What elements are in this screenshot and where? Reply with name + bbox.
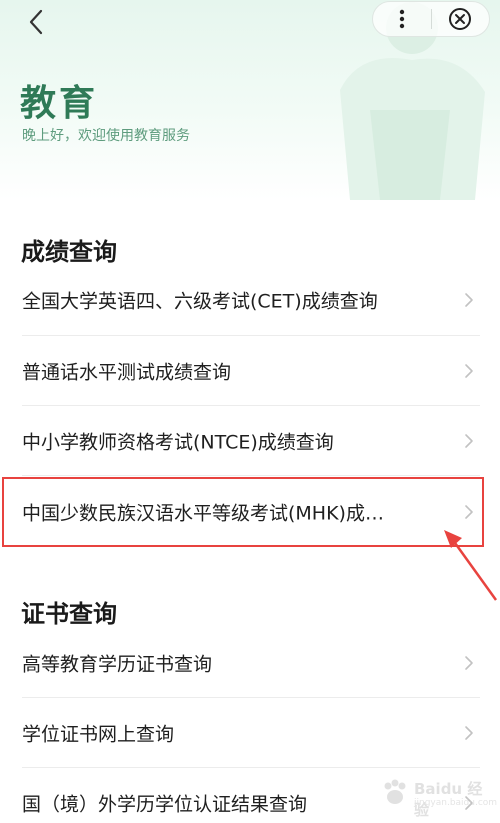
list-item-degree-query[interactable]: 学位证书网上查询 [0, 698, 500, 768]
list-item-diploma-query[interactable]: 高等教育学历证书查询 [0, 628, 500, 698]
more-vertical-icon [399, 9, 404, 29]
list-item-label: 高等教育学历证书查询 [22, 653, 213, 676]
mini-program-capsule [372, 1, 490, 37]
list-item-ntce-score[interactable]: 中小学教师资格考试(NTCE)成绩查询 [0, 406, 500, 476]
greeting-text: 晚上好，欢迎使用教育服务 [22, 128, 190, 144]
chevron-right-icon [465, 656, 473, 670]
list-item-label: 普通话水平测试成绩查询 [22, 361, 232, 384]
chevron-right-icon [465, 434, 473, 448]
more-button[interactable] [373, 2, 431, 36]
chevron-left-icon [29, 9, 43, 35]
watermark-url: jingyan.baidu.com [414, 798, 498, 808]
page-title: 教育 [20, 83, 99, 124]
close-button[interactable] [431, 2, 489, 36]
annotation-arrow-icon [444, 530, 498, 601]
list-item-label: 全国大学英语四、六级考试(CET)成绩查询 [22, 290, 378, 313]
list-item-label: 国（境）外学历学位认证结果查询 [22, 793, 308, 816]
list-item-cet-score[interactable]: 全国大学英语四、六级考试(CET)成绩查询 [0, 265, 500, 335]
section-title-score: 成绩查询 [21, 238, 117, 266]
watermark: Baidu 经验 jingyan.baidu.com [380, 772, 497, 819]
paw-icon [384, 779, 406, 804]
divider [22, 475, 480, 476]
header-area: 教育 晚上好，欢迎使用教育服务 [0, 0, 500, 200]
list-item-label: 中小学教师资格考试(NTCE)成绩查询 [22, 431, 334, 454]
section-title-certificate: 证书查询 [21, 600, 117, 628]
back-button[interactable] [18, 4, 54, 40]
close-circle-icon [449, 8, 472, 30]
highlight-box [2, 477, 484, 547]
chevron-right-icon [465, 364, 473, 378]
list-item-label: 学位证书网上查询 [22, 723, 175, 746]
chevron-right-icon [465, 293, 473, 307]
chevron-right-icon [465, 726, 473, 740]
list-item-mandarin-score[interactable]: 普通话水平测试成绩查询 [0, 336, 500, 406]
